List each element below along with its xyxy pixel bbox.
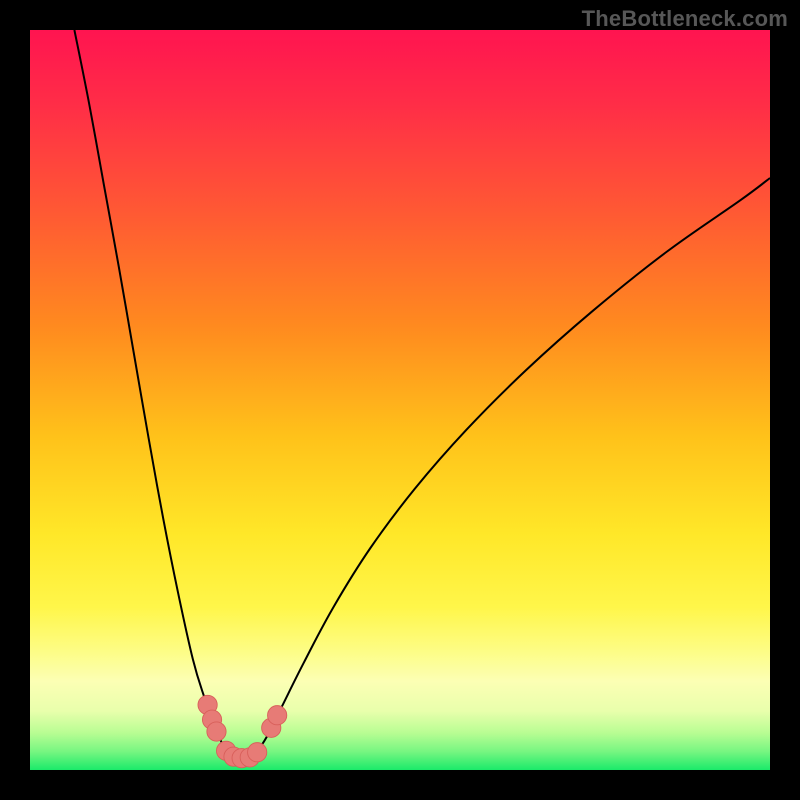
data-marker [268, 706, 287, 725]
curve-path [74, 30, 770, 760]
bottleneck-curve [74, 30, 770, 760]
data-markers [198, 695, 287, 768]
chart-frame: TheBottleneck.com [0, 0, 800, 800]
plot-area [30, 30, 770, 770]
watermark-text: TheBottleneck.com [582, 6, 788, 32]
data-marker [207, 722, 226, 741]
curve-layer [30, 30, 770, 770]
data-marker [248, 743, 267, 762]
